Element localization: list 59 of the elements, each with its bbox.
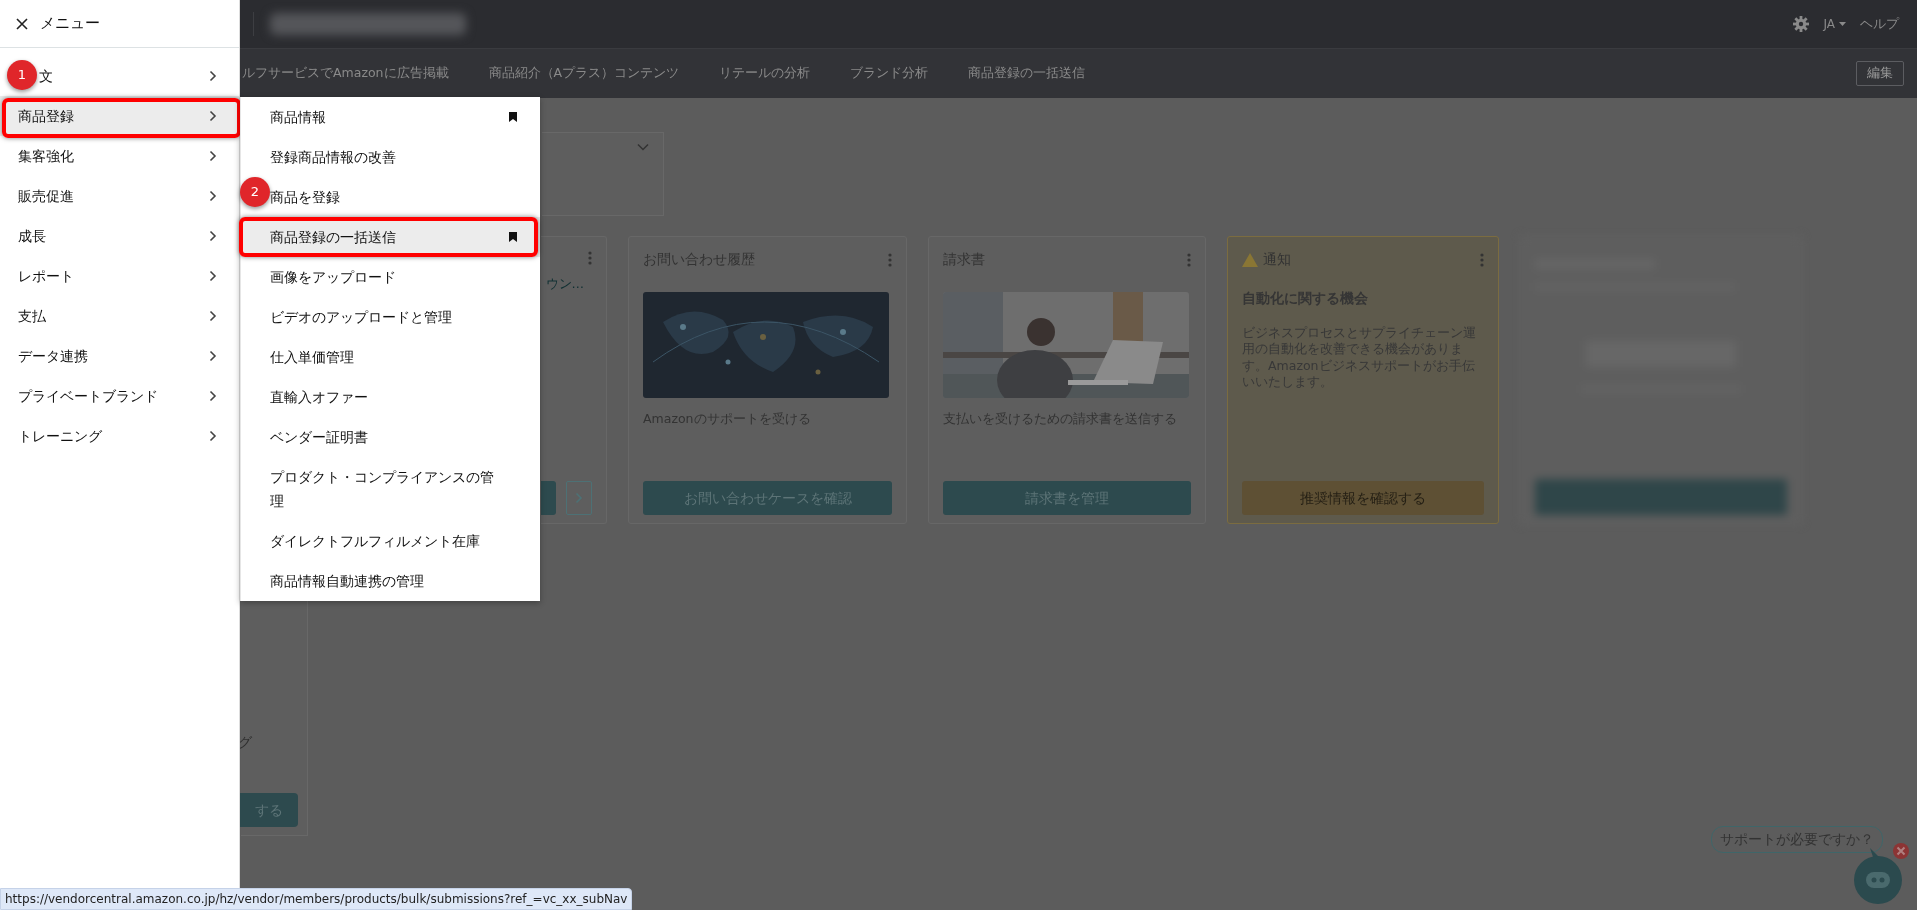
- status-url: https://vendorcentral.amazon.co.jp/hz/vendor/members/products/bulk/submissions?ref_=vc_xx_subNav: [0, 888, 633, 910]
- submenu-item[interactable]: 商品登録の一括送信: [241, 217, 540, 257]
- nav-tab[interactable]: ブランド分析: [850, 64, 929, 83]
- submenu-item[interactable]: ビデオのアップロードと管理: [241, 297, 540, 337]
- caret-icon: [1839, 22, 1846, 26]
- chatbot-icon[interactable]: [1852, 846, 1904, 906]
- nav-tab[interactable]: ルフサービスでAmazonに広告掲載: [242, 64, 449, 83]
- action-button[interactable]: [541, 481, 556, 515]
- help-link[interactable]: ヘルプ: [1860, 14, 1899, 34]
- more-options-icon[interactable]: [588, 251, 592, 265]
- chevron-icon: [209, 310, 217, 322]
- chevron-icon: [209, 190, 217, 202]
- submenu-item[interactable]: プロダクト・コンプライアンスの管理: [241, 457, 540, 521]
- chevron-down-icon: [637, 143, 649, 151]
- chevron-icon: [209, 390, 217, 402]
- menu-item[interactable]: データ連携: [0, 336, 239, 376]
- menu-item[interactable]: 販売促進: [0, 176, 239, 216]
- chevron-icon: [209, 270, 217, 282]
- next-button[interactable]: [565, 481, 592, 515]
- step-badge: 1: [7, 60, 37, 90]
- chevron-icon: [209, 110, 217, 122]
- nav-tab[interactable]: リテールの分析: [719, 64, 811, 83]
- submenu-item[interactable]: 登録商品情報の改善: [241, 137, 540, 177]
- warning-icon: [1242, 252, 1258, 267]
- edit-button[interactable]: 編集: [1856, 61, 1904, 86]
- chevron-icon: [209, 230, 217, 242]
- chevron-icon: [209, 70, 217, 82]
- submenu-item[interactable]: 2 商品を登録: [241, 177, 540, 217]
- submenu-item[interactable]: 仕入単価管理: [241, 337, 540, 377]
- submenu-item[interactable]: ベンダー証明書: [241, 417, 540, 457]
- close-icon[interactable]: [16, 17, 28, 30]
- dropdown-panel[interactable]: [542, 132, 664, 216]
- menu-item[interactable]: 支払: [0, 296, 239, 336]
- settings-icon[interactable]: [1793, 16, 1810, 32]
- chevron-icon: [209, 350, 217, 362]
- submenu-item[interactable]: ダイレクトフルフィルメント在庫: [241, 521, 540, 561]
- more-options-icon[interactable]: [1480, 252, 1484, 267]
- chevron-icon: [209, 430, 217, 442]
- menu-title: メニュー: [40, 13, 100, 35]
- step-badge: 2: [240, 177, 270, 207]
- chevron-icon: [209, 150, 217, 162]
- more-options-icon[interactable]: [1187, 252, 1191, 267]
- bookmark-icon[interactable]: [509, 232, 517, 242]
- bookmark-icon[interactable]: [509, 112, 517, 122]
- more-options-icon[interactable]: [888, 252, 892, 267]
- menu-item[interactable]: レポート: [0, 256, 239, 296]
- chevron-icon: [574, 492, 583, 504]
- submenu-item[interactable]: 商品情報自動連携の管理: [241, 561, 540, 601]
- nav-tab[interactable]: 商品紹介（Aプラス）コンテンツ: [488, 64, 680, 83]
- menu-item[interactable]: プライベートブランド: [0, 376, 239, 416]
- submenu-item[interactable]: 直輸入オファー: [241, 377, 540, 417]
- submenu-item[interactable]: 画像をアップロード: [241, 257, 540, 297]
- language-selector[interactable]: JA: [1823, 15, 1846, 33]
- menu-item[interactable]: トレーニング: [0, 416, 239, 456]
- menu-item[interactable]: 商品登録: [0, 96, 239, 136]
- menu-item[interactable]: 集客強化: [0, 136, 239, 176]
- submenu-item[interactable]: 商品情報: [241, 97, 540, 137]
- menu-item[interactable]: 成長: [0, 216, 239, 256]
- menu-item[interactable]: 1 文: [0, 56, 239, 96]
